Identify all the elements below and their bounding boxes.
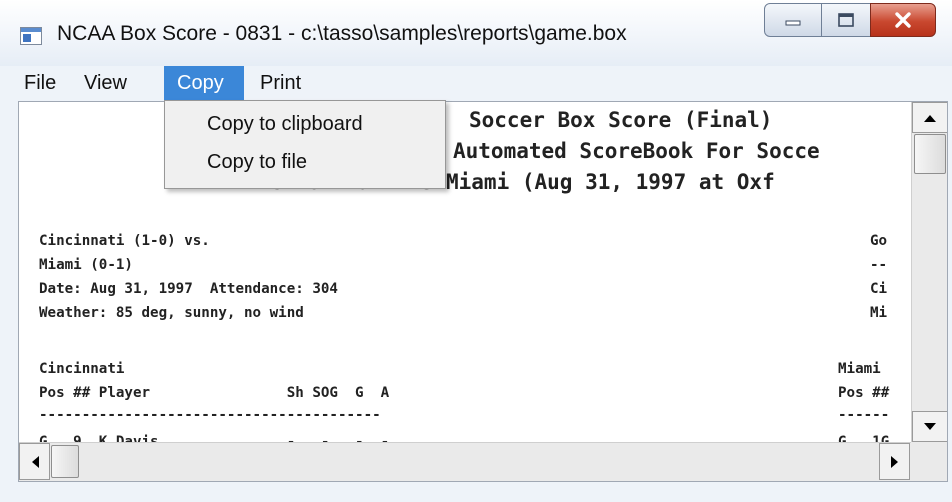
report-info-line: Miami (0-1) — [39, 257, 133, 273]
menu-print[interactable]: Print — [254, 66, 307, 100]
rule-line-right: ------ — [838, 407, 890, 423]
horizontal-scrollbar[interactable] — [19, 442, 911, 481]
minimize-button[interactable] — [764, 3, 822, 37]
report-title-line: Soccer Box Score (Final) — [469, 108, 773, 132]
copy-menu-dropdown: Copy to clipboard Copy to file — [164, 100, 446, 189]
report-info-right: Ci — [870, 281, 888, 297]
menu-copy[interactable]: Copy — [164, 66, 244, 100]
report-info-right: -- — [870, 257, 888, 273]
window-title: NCAA Box Score - 0831 - c:\tasso\samples… — [57, 22, 627, 45]
scroll-down-button[interactable] — [912, 411, 947, 442]
report-subtitle-line: Automated ScoreBook For Socce — [453, 139, 820, 163]
menu-view[interactable]: View — [78, 66, 133, 100]
horizontal-scroll-thumb[interactable] — [51, 445, 79, 478]
report-viewport[interactable]: Soccer Box Score (Final) Automated Score… — [18, 101, 948, 482]
vertical-scrollbar[interactable] — [911, 102, 947, 442]
column-header-right: Pos ## — [838, 385, 890, 401]
minimize-icon — [785, 20, 801, 26]
report-info-line: Date: Aug 31, 1997 Attendance: 304 — [39, 281, 338, 297]
menu-item-copy-to-clipboard[interactable]: Copy to clipboard — [207, 113, 363, 136]
menu-file[interactable]: File — [18, 66, 62, 100]
maximize-icon — [838, 13, 854, 27]
scroll-right-button[interactable] — [879, 443, 910, 480]
maximize-button[interactable] — [821, 3, 871, 37]
report-info-line: Cincinnati (1-0) vs. — [39, 233, 210, 249]
report-text-area: Soccer Box Score (Final) Automated Score… — [19, 102, 911, 442]
scroll-up-icon — [924, 114, 936, 122]
title-bar[interactable]: NCAA Box Score - 0831 - c:\tasso\samples… — [0, 0, 952, 66]
menu-bar: File View Copy Print — [0, 66, 952, 100]
team-name-right: Miami — [838, 361, 881, 377]
window-app-icon — [20, 27, 42, 45]
menu-item-copy-to-file[interactable]: Copy to file — [207, 151, 307, 174]
rule-line-left: ---------------------------------------- — [39, 407, 381, 423]
report-info-line: Weather: 85 deg, sunny, no wind — [39, 305, 304, 321]
vertical-scroll-thumb[interactable] — [914, 134, 946, 174]
player-row: G 9 K.Davis............. - - - - — [39, 434, 390, 442]
app-window: NCAA Box Score - 0831 - c:\tasso\samples… — [0, 0, 952, 502]
scroll-up-button[interactable] — [912, 102, 947, 133]
scroll-down-icon — [924, 422, 936, 430]
scroll-left-icon — [31, 455, 39, 468]
report-info-right: Go — [870, 233, 888, 249]
close-icon — [895, 12, 911, 28]
report-info-right: Mi — [870, 305, 888, 321]
column-header-left: Pos ## Player Sh SOG G A — [39, 385, 390, 401]
player-row-right: G 1G — [838, 434, 890, 442]
window-bottom-frame — [0, 482, 952, 502]
scroll-right-icon — [890, 455, 898, 468]
scroll-left-button[interactable] — [19, 443, 50, 480]
close-button[interactable] — [870, 3, 936, 37]
scrollbar-corner — [911, 442, 947, 481]
team-name-left: Cincinnati — [39, 361, 125, 377]
